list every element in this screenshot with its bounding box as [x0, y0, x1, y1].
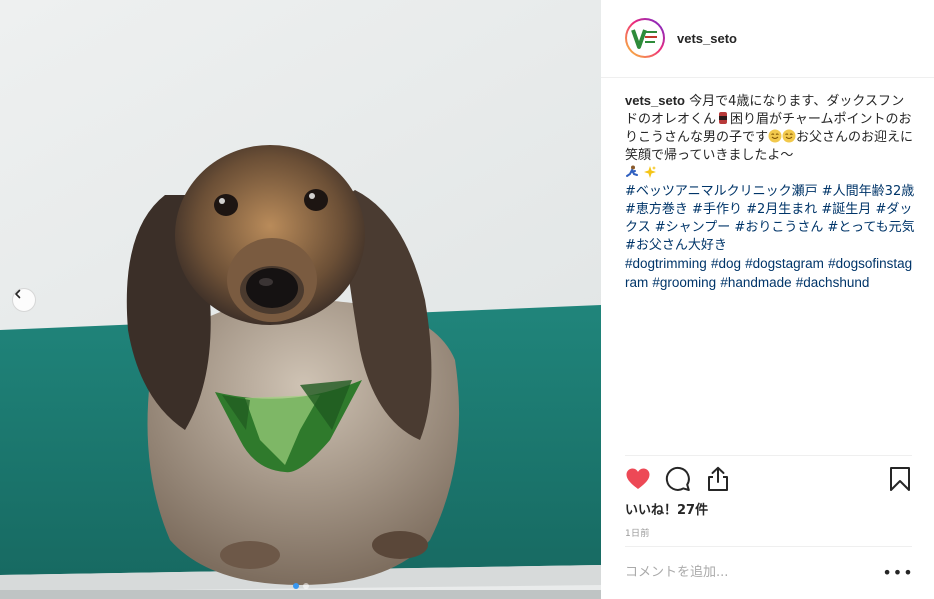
comment-icon	[665, 466, 690, 491]
hashtag[interactable]: #dogstagram	[745, 256, 824, 271]
caption-username[interactable]: vets_seto	[625, 93, 685, 108]
hashtag[interactable]: #手作り	[692, 202, 742, 217]
post-side-panel: vets_seto vets_seto 今月で4歳になります、ダックスフンドのオ…	[601, 0, 934, 599]
post-header: vets_seto	[601, 0, 934, 78]
hashtag[interactable]: #handmade	[720, 275, 791, 290]
hashtag[interactable]: #とっても元気	[827, 220, 914, 235]
comment-button[interactable]	[663, 464, 693, 494]
hashtag[interactable]: #シャンプー	[655, 220, 731, 235]
chevron-left-icon	[15, 289, 21, 299]
hashtag[interactable]: #ベッツアニマルクリニック瀬戸	[625, 184, 818, 199]
like-button[interactable]	[623, 464, 653, 494]
post-caption: vets_seto 今月で4歳になります、ダックスフンドのオレオくん 困り眉がチャ…	[625, 92, 915, 293]
share-icon	[708, 466, 728, 491]
post-timestamp[interactable]: 1日前	[625, 526, 650, 539]
carousel-indicator	[0, 583, 601, 589]
heart-icon	[626, 468, 650, 489]
post-photo[interactable]	[0, 0, 601, 599]
hashtag[interactable]: #dachshund	[796, 275, 870, 290]
hashtag[interactable]: #2月生まれ	[746, 202, 817, 217]
share-button[interactable]	[703, 464, 733, 494]
hashtag[interactable]: #dogtrimming	[625, 256, 707, 271]
sparkles-emoji-icon	[644, 166, 657, 178]
avatar-logo	[627, 20, 663, 56]
running-person-emoji-icon	[626, 165, 638, 177]
carousel-dot-active	[292, 583, 299, 589]
cookie-emoji-icon	[719, 112, 728, 124]
bookmark-button[interactable]	[885, 464, 915, 494]
hashtag[interactable]: #dog	[711, 256, 741, 271]
hashtag[interactable]: #おりこうさん	[734, 220, 823, 235]
divider	[625, 546, 912, 547]
more-icon: •••	[882, 562, 914, 582]
post-username[interactable]: vets_seto	[677, 31, 737, 46]
smile-emoji-icon	[782, 129, 796, 143]
dog-photo-image	[0, 0, 601, 599]
carousel-prev-button[interactable]	[12, 288, 36, 312]
hashtag[interactable]: #grooming	[652, 275, 716, 290]
bookmark-icon	[890, 467, 910, 491]
like-count[interactable]: いいね！27件	[625, 499, 708, 518]
hashtag[interactable]: #恵方巻き	[625, 202, 688, 217]
more-options-button[interactable]: •••	[882, 562, 912, 582]
clinic-logo-icon	[629, 22, 661, 54]
carousel-dot	[302, 583, 309, 589]
avatar[interactable]	[625, 18, 665, 58]
hashtag[interactable]: #お父さん大好き	[625, 238, 727, 253]
post-actions	[623, 464, 915, 494]
comment-input[interactable]	[625, 560, 875, 584]
smile-emoji-icon	[768, 129, 782, 143]
hashtag[interactable]: #誕生月	[821, 202, 871, 217]
divider	[625, 455, 912, 456]
hashtag[interactable]: #人間年齢32歳	[822, 184, 914, 199]
